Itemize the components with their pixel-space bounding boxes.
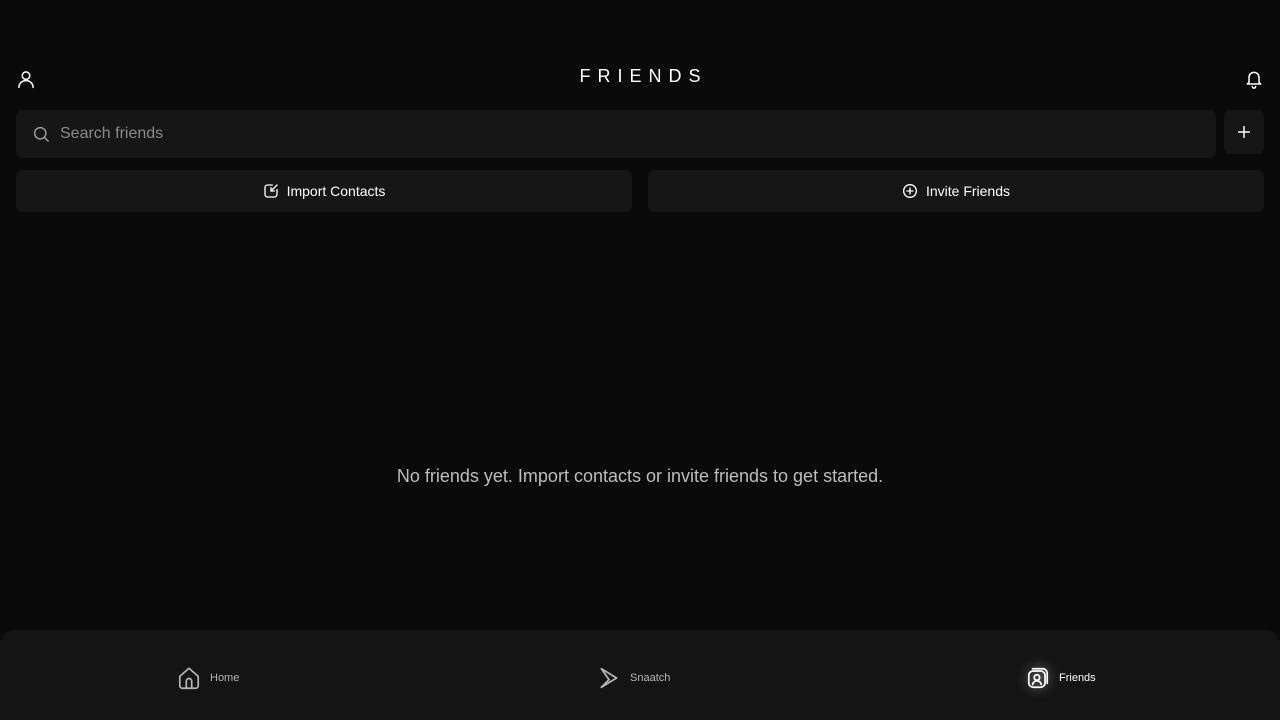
import-contacts-label: Import Contacts <box>286 183 386 199</box>
add-friend-button[interactable] <box>1224 110 1264 154</box>
nav-item-friends[interactable]: Friends <box>1025 664 1096 692</box>
page-title: FRIENDS <box>579 66 708 86</box>
import-contacts-icon <box>263 183 279 199</box>
invite-friends-label: Invite Friends <box>925 183 1011 199</box>
header: FRIENDS <box>0 56 1280 102</box>
invite-friends-button[interactable]: Invite Friends <box>648 170 1264 212</box>
search-box <box>16 109 1216 159</box>
search-row <box>16 109 1264 159</box>
notifications-button[interactable] <box>1242 67 1266 91</box>
import-contacts-button[interactable]: Import Contacts <box>16 170 632 212</box>
snaatch-icon <box>596 665 622 691</box>
nav-label-home: Home <box>210 672 240 684</box>
empty-state-message: No friends yet. Import contacts or invit… <box>396 466 884 486</box>
nav-item-snaatch[interactable]: Snaatch <box>596 664 670 692</box>
nav-label-friends: Friends <box>1059 672 1096 684</box>
plus-icon <box>1237 125 1251 139</box>
nav-label-snaatch: Snaatch <box>630 672 671 684</box>
search-icon <box>31 124 51 144</box>
bottom-nav: Home Snaatch Friends <box>0 630 1280 720</box>
search-input[interactable] <box>58 109 1216 159</box>
nav-item-home[interactable]: Home <box>176 664 239 692</box>
friends-icon <box>1025 665 1051 691</box>
actions-row: Import Contacts Invite Friends <box>16 170 1264 212</box>
app-root: FRIENDS Search friends Import Contacts I… <box>0 0 1280 720</box>
home-icon <box>176 665 202 691</box>
plus-circle-icon <box>902 183 918 199</box>
bell-icon <box>1246 71 1262 89</box>
